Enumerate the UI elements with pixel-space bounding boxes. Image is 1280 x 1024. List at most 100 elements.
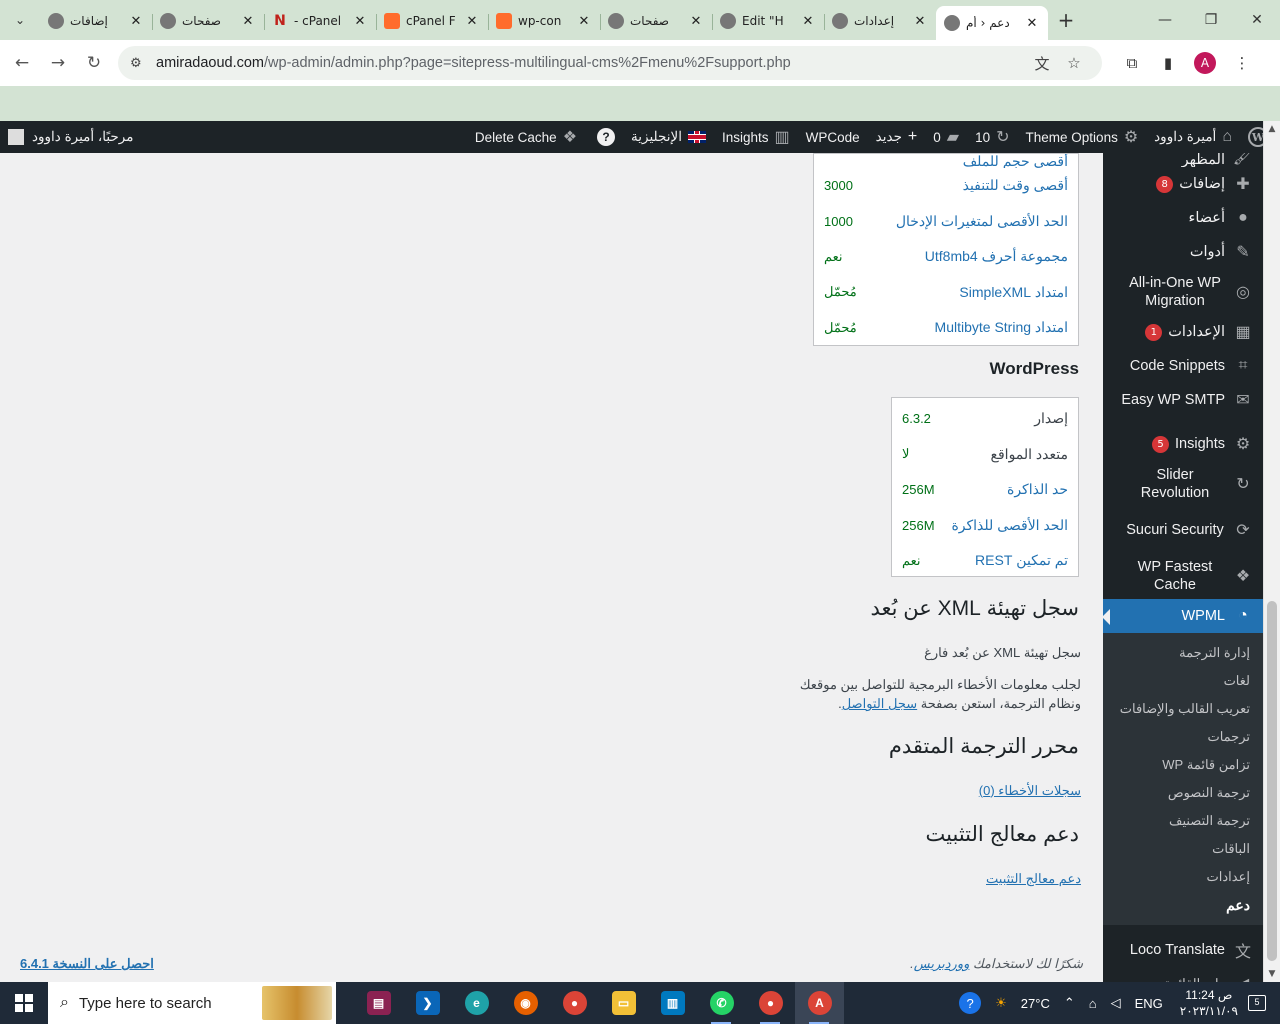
submenu-item[interactable]: تعريب القالب والإضافات (1103, 695, 1263, 723)
scroll-up-icon[interactable]: ▲ (1264, 121, 1280, 137)
tab-close-icon[interactable]: ✕ (128, 14, 144, 29)
start-button[interactable] (0, 994, 48, 1012)
theme-options-menu[interactable]: ⚙ Theme Options (1018, 121, 1147, 153)
tab-close-icon[interactable]: ✕ (1024, 16, 1040, 31)
taskbar-winrar[interactable]: ▤ (354, 982, 403, 1024)
error-logs-link[interactable]: سجلات الأخطاء (0) (979, 781, 1081, 800)
sidebar-item-appearance[interactable]: 🖌 المظهر (1103, 153, 1263, 167)
sidebar-item-all-in-one-wp-migration[interactable]: ◎ All-in-One WP Migration (1103, 269, 1263, 315)
minimize-icon[interactable]: — (1142, 12, 1188, 28)
comments-menu[interactable]: ▰ 0 (925, 121, 967, 153)
translate-page-icon[interactable]: 文 (1026, 53, 1058, 74)
chrome-menu-icon[interactable]: ⋮ (1224, 54, 1260, 72)
taskbar-chrome[interactable]: ● (550, 982, 599, 1024)
network-icon[interactable]: ⌂ (1089, 996, 1097, 1011)
tab-close-icon[interactable]: ✕ (912, 14, 928, 29)
browser-tab[interactable]: cPanel F ✕ (376, 6, 488, 36)
site-info-icon[interactable]: ⚙ (130, 56, 150, 71)
reload-icon[interactable]: ↻ (76, 53, 112, 73)
notifications-icon[interactable]: 5 (1248, 995, 1266, 1011)
get-version-link[interactable]: احصل على النسخة 6.4.1 (20, 956, 154, 972)
tab-close-icon[interactable]: ✕ (688, 14, 704, 29)
browser-tab[interactable]: دعم ‹ أم ✕ (936, 6, 1048, 40)
sidebar-item-sucuri-security[interactable]: ⟳ Sucuri Security (1103, 507, 1263, 553)
sidebar-item-slider-revolution[interactable]: ↻ Slider Revolution (1103, 461, 1263, 507)
submenu-item[interactable]: الباقات (1103, 835, 1263, 863)
language-switcher[interactable]: الإنجليزية (623, 121, 714, 153)
profile-avatar[interactable]: A (1194, 52, 1216, 74)
submenu-item[interactable]: تزامن قائمة WP (1103, 751, 1263, 779)
tray-chevron-icon[interactable]: ⌃ (1064, 995, 1075, 1011)
insights-menu[interactable]: ▥ Insights (714, 121, 798, 153)
submenu-item[interactable]: ترجمات (1103, 723, 1263, 751)
sidebar-item-1[interactable]: ● أعضاء (1103, 201, 1263, 235)
taskbar-chrome-profile[interactable]: ● (746, 982, 795, 1024)
browser-tab[interactable]: Edit "H ✕ (712, 6, 824, 36)
taskbar-edge[interactable]: e (452, 982, 501, 1024)
taskbar-whatsapp[interactable]: ✆ (697, 982, 746, 1024)
extensions-icon[interactable]: ⧉ (1114, 54, 1150, 72)
weather-icon[interactable]: ☀ (995, 995, 1007, 1011)
help-tray-icon[interactable]: ? (959, 992, 982, 1014)
url-text[interactable]: amiradaoud.com/wp-admin/admin.php?page=s… (150, 55, 1026, 71)
page-scrollbar[interactable]: ▲ ▼ (1263, 121, 1280, 982)
bookmark-star-icon[interactable]: ☆ (1058, 54, 1090, 72)
sidebar-item-wpml[interactable]: ◔ WPML (1103, 599, 1263, 633)
new-tab-button[interactable]: + (1048, 8, 1084, 32)
scroll-down-icon[interactable]: ▼ (1264, 966, 1280, 982)
browser-tab[interactable]: NcPanel - ✕ (264, 6, 376, 36)
new-content-menu[interactable]: + جديد (868, 121, 926, 153)
back-icon[interactable]: ← (4, 53, 40, 73)
close-window-icon[interactable]: ✕ (1234, 12, 1280, 28)
submenu-item[interactable]: ترجمة النصوص (1103, 779, 1263, 807)
tab-search-button[interactable]: ⌄ (0, 0, 40, 40)
scroll-thumb[interactable] (1267, 601, 1277, 961)
wpcode-menu[interactable]: WPCode (798, 121, 868, 153)
my-account-menu[interactable]: مرحبًا، أميرة داوود (0, 121, 141, 153)
taskbar-vscode[interactable]: ❯ (403, 982, 452, 1024)
taskbar-trello[interactable]: ▥ (648, 982, 697, 1024)
sidebar-item-loco-translate[interactable]: 文 Loco Translate (1103, 933, 1263, 967)
browser-tab[interactable]: إضافات ✕ (40, 6, 152, 36)
browser-tab[interactable]: wp-con ✕ (488, 6, 600, 36)
side-panel-icon[interactable]: ▮ (1150, 54, 1186, 72)
updates-menu[interactable]: ↻ 10 (967, 121, 1017, 153)
input-language[interactable]: ENG (1135, 996, 1163, 1011)
submenu-item[interactable]: ترجمة التصنيف (1103, 807, 1263, 835)
submenu-item[interactable]: لغات (1103, 667, 1263, 695)
browser-tab[interactable]: صفحات ✕ (600, 6, 712, 36)
tab-close-icon[interactable]: ✕ (240, 14, 256, 29)
temperature[interactable]: 27°C (1021, 996, 1050, 1011)
taskbar-firefox[interactable]: ◉ (501, 982, 550, 1024)
taskbar-search[interactable]: ⌕ Type here to search (48, 982, 336, 1024)
sidebar-item-2[interactable]: ✎ أدوات (1103, 235, 1263, 269)
wordpress-link[interactable]: ووردبريس (914, 956, 970, 971)
restore-icon[interactable]: ❐ (1188, 12, 1234, 28)
sidebar-item-easy-wp-smtp[interactable]: ✉ Easy WP SMTP (1103, 383, 1263, 417)
sidebar-item-0[interactable]: ✚ إضافات 8 (1103, 167, 1263, 201)
tab-close-icon[interactable]: ✕ (576, 14, 592, 29)
browser-tab[interactable]: إعدادات ✕ (824, 6, 936, 36)
submenu-item[interactable]: دعم (1103, 891, 1263, 919)
browser-tab[interactable]: صفحات ✕ (152, 6, 264, 36)
submenu-item[interactable]: إدارة الترجمة (1103, 639, 1263, 667)
site-name-menu[interactable]: ⌂ أميرة داوود (1146, 121, 1240, 153)
clock[interactable]: 11:24 ص ٢٠٢٣/١١/٠٩ (1180, 987, 1238, 1019)
tab-close-icon[interactable]: ✕ (352, 14, 368, 29)
taskbar-chrome-active[interactable]: A (795, 982, 844, 1024)
volume-icon[interactable]: ◁ (1111, 995, 1121, 1011)
sidebar-item-insights[interactable]: ⚙ Insights 5 (1103, 427, 1263, 461)
sidebar-item-code-snippets[interactable]: ⌗ Code Snippets (1103, 349, 1263, 383)
tab-close-icon[interactable]: ✕ (800, 14, 816, 29)
collapse-menu-button[interactable]: ◀طي القائمة (1103, 967, 1263, 982)
sidebar-item-wp-fastest-cache[interactable]: ❖ WP Fastest Cache (1103, 553, 1263, 599)
sidebar-item-4[interactable]: ▦ الإعدادات 1 (1103, 315, 1263, 349)
communication-log-link[interactable]: سجل التواصل (842, 696, 917, 711)
submenu-item[interactable]: إعدادات (1103, 863, 1263, 891)
address-bar[interactable]: ⚙ amiradaoud.com/wp-admin/admin.php?page… (118, 46, 1102, 80)
taskbar-file-explorer[interactable]: ▭ (599, 982, 648, 1024)
wizard-support-link[interactable]: دعم معالج التثبيت (986, 869, 1081, 888)
delete-cache-menu[interactable]: ❖ Delete Cache (467, 121, 585, 153)
help-menu[interactable]: ? (585, 121, 623, 153)
tab-close-icon[interactable]: ✕ (464, 14, 480, 29)
